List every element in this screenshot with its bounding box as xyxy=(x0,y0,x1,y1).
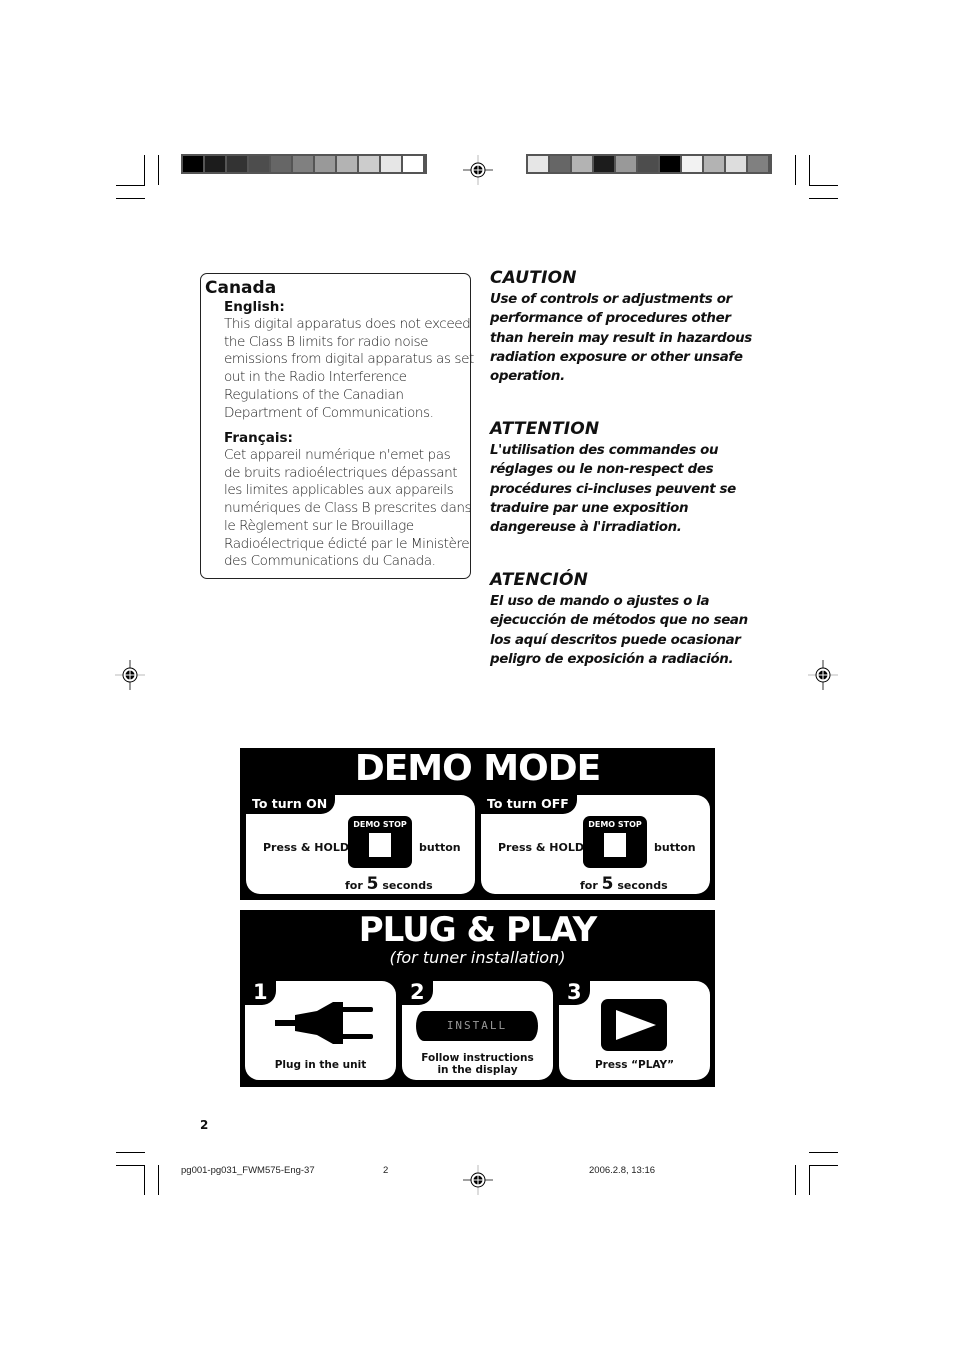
caution-heading: CAUTION xyxy=(490,268,577,288)
color-swatch xyxy=(704,156,724,172)
demo-stop-label: DEMO STOP xyxy=(353,820,407,829)
color-swatch xyxy=(271,156,291,172)
english-heading: English: xyxy=(224,299,285,315)
registration-mark-icon xyxy=(115,660,145,690)
for-word: for xyxy=(580,879,598,892)
color-swatch xyxy=(726,156,746,172)
color-swatch xyxy=(381,156,401,172)
plug-play-panel: PLUG & PLAY (for tuner installation) 1 P… xyxy=(240,910,715,1087)
step-3-label: Press “PLAY” xyxy=(594,1059,675,1071)
color-swatch xyxy=(293,156,313,172)
seconds-value: 5 xyxy=(366,874,379,894)
step-2-label-line2: in the display xyxy=(437,1064,518,1076)
display-text: INSTALL xyxy=(446,1019,508,1032)
color-swatch xyxy=(660,156,680,172)
page-number: 2 xyxy=(200,1118,209,1132)
french-text: Cet appareil numérique n'emet pas de bru… xyxy=(224,447,472,570)
english-text: This digital apparatus does not exceed t… xyxy=(224,316,474,421)
color-swatch xyxy=(183,156,203,172)
plug-play-title: PLUG & PLAY xyxy=(358,910,597,950)
button-square-icon xyxy=(369,833,391,857)
color-swatch xyxy=(315,156,335,172)
demo-off-card: To turn OFF Press & HOLD DEMO STOP butto… xyxy=(481,795,710,894)
footer-filename: pg001-pg031_FWM575-Eng-37 xyxy=(181,1165,315,1176)
color-swatch xyxy=(572,156,592,172)
for-word: for xyxy=(345,879,363,892)
demo-on-card: To turn ON Press & HOLD DEMO STOP button… xyxy=(246,795,475,894)
step-3-number: 3 xyxy=(559,981,590,1005)
french-heading: Français: xyxy=(224,430,293,446)
step-2-label: Follow instructions in the display xyxy=(402,1052,553,1076)
step-1-card: 1 Plug in the unit xyxy=(245,981,396,1080)
registration-mark-icon xyxy=(463,155,493,185)
button-word: button xyxy=(654,841,696,854)
atencion-heading: ATENCIÓN xyxy=(490,570,589,590)
color-swatch xyxy=(337,156,357,172)
demo-stop-button: DEMO STOP xyxy=(583,816,647,868)
color-bar-left xyxy=(181,154,427,174)
demo-mode-panel: DEMO MODE To turn ON Press & HOLD DEMO S… xyxy=(240,748,715,900)
play-icon xyxy=(601,999,667,1051)
color-swatch xyxy=(403,156,423,172)
caution-text: Use of controls or adjustments or perfor… xyxy=(490,292,752,385)
step-1-number: 1 xyxy=(245,981,276,1005)
for-seconds-label: for 5 seconds xyxy=(580,874,668,894)
footer-page: 2 xyxy=(383,1165,389,1176)
demo-off-tab: To turn OFF xyxy=(481,795,577,814)
plug-icon xyxy=(275,1002,373,1044)
demo-stop-button: DEMO STOP xyxy=(348,816,412,868)
color-swatch xyxy=(550,156,570,172)
demo-stop-label: DEMO STOP xyxy=(588,820,642,829)
color-swatch xyxy=(638,156,658,172)
step-2-card: 2 INSTALL Follow instructions in the dis… xyxy=(402,981,553,1080)
footer-timestamp: 2006.2.8, 13:16 xyxy=(589,1165,656,1176)
color-swatch xyxy=(748,156,768,172)
color-swatch xyxy=(227,156,247,172)
attention-heading: ATTENTION xyxy=(490,419,600,439)
for-seconds-label: for 5 seconds xyxy=(345,874,433,894)
button-square-icon xyxy=(604,833,626,857)
seconds-word: seconds xyxy=(382,879,433,892)
seconds-value: 5 xyxy=(601,874,614,894)
plug-play-subtitle: (for tuner installation) xyxy=(389,948,566,967)
color-swatch xyxy=(359,156,379,172)
color-swatch xyxy=(682,156,702,172)
step-3-card: 3 Press “PLAY” xyxy=(559,981,710,1080)
color-swatch xyxy=(594,156,614,172)
display-icon: INSTALL xyxy=(416,1011,538,1041)
color-bar-right xyxy=(526,154,772,174)
demo-mode-title: DEMO MODE xyxy=(354,748,601,789)
step-2-label-line1: Follow instructions xyxy=(421,1052,534,1064)
press-hold-label: Press & HOLD xyxy=(263,841,349,854)
attention-text: L'utilisation des commandes ou réglages … xyxy=(490,443,736,536)
demo-on-tab: To turn ON xyxy=(246,795,336,814)
atencion-text: El uso de mando o ajustes o la ejecucció… xyxy=(490,594,748,667)
press-hold-label: Press & HOLD xyxy=(498,841,584,854)
canada-title: Canada xyxy=(205,278,277,298)
registration-mark-icon xyxy=(808,660,838,690)
seconds-word: seconds xyxy=(617,879,668,892)
registration-mark-icon xyxy=(463,1165,493,1195)
button-word: button xyxy=(419,841,461,854)
step-2-number: 2 xyxy=(402,981,433,1005)
step-1-label: Plug in the unit xyxy=(274,1059,367,1071)
color-swatch xyxy=(528,156,548,172)
color-swatch xyxy=(616,156,636,172)
color-swatch xyxy=(249,156,269,172)
color-swatch xyxy=(205,156,225,172)
